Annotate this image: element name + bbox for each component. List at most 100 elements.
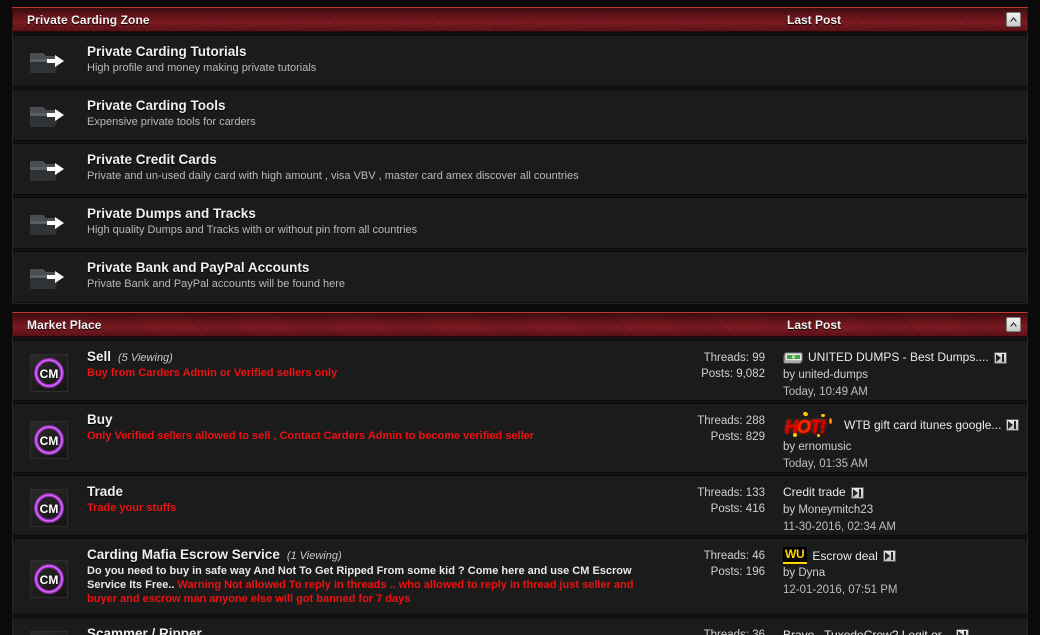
chevron-up-icon[interactable]: [1006, 317, 1021, 332]
last-post-title[interactable]: Escrow deal: [812, 548, 877, 564]
forum-title[interactable]: Trade: [87, 484, 123, 499]
last-post-title[interactable]: Bravo , TuxedoCrew? Legit or...: [783, 627, 951, 635]
folder-link-icon: [13, 149, 85, 189]
last-post-author[interactable]: by united-dumps: [783, 368, 1019, 384]
forum-row[interactable]: CM Carding Mafia Escrow Service (1 Viewi…: [13, 538, 1027, 616]
category-lastpost-label: Last Post: [787, 318, 842, 332]
forum-title[interactable]: Scammer / Ripper: [87, 626, 202, 635]
forum-description: Expensive private tools for carders: [87, 116, 256, 128]
posts-count: Posts: 9,082: [701, 367, 765, 380]
forum-info: Trade Trade your stuffs: [85, 476, 657, 523]
svg-text:CM: CM: [40, 434, 59, 448]
last-post-title[interactable]: UNITED DUMPS - Best Dumps....: [808, 349, 989, 365]
category-body: Private Carding Tutorials High profile a…: [12, 32, 1028, 304]
last-post-time: 11-30-2016, 02:34 AM: [783, 520, 896, 533]
forum-viewing-count: (5 Viewing): [118, 352, 173, 364]
forum-row[interactable]: Private Dumps and Tracks High quality Du…: [13, 197, 1027, 249]
forum-row[interactable]: Private Credit Cards Private and un-used…: [13, 143, 1027, 195]
category-title: Market Place: [27, 318, 102, 332]
forum-stats: Threads: 133 Posts: 416: [657, 476, 777, 517]
forum-info: Buy Only Verified sellers allowed to sel…: [85, 404, 657, 451]
svg-text:CM: CM: [40, 573, 59, 587]
forum-row[interactable]: CM Trade Trade your stuffs Threads: 133 …: [13, 475, 1027, 537]
goto-last-post-icon[interactable]: [993, 351, 1007, 364]
forum-info: Private Credit Cards Private and un-used…: [85, 144, 1027, 191]
cm-logo-icon: CM: [13, 485, 85, 527]
western-union-icon: WU: [783, 547, 808, 565]
forum-stats: Threads: 46 Posts: 196: [657, 539, 777, 580]
threads-count: Threads: 46: [703, 550, 765, 563]
forum-description: Buy from Carders Admin or Verified selle…: [87, 367, 338, 379]
forum-row[interactable]: Private Carding Tutorials High profile a…: [13, 35, 1027, 87]
cm-logo-icon: CM: [13, 556, 85, 598]
last-post-time: 12-01-2016, 07:51 PM: [783, 583, 898, 596]
cm-logo-icon: CM: [13, 627, 85, 635]
forum-stats: Threads: 99 Posts: 9,082: [657, 341, 777, 382]
forum-description: Only Verified sellers allowed to sell , …: [87, 430, 535, 443]
svg-text:CM: CM: [40, 367, 59, 381]
forum-stats: Threads: 288 Posts: 829: [657, 404, 777, 445]
goto-last-post-icon[interactable]: [850, 486, 864, 499]
category-title: Private Carding Zone: [27, 13, 150, 27]
forum-description: Do you need to buy in safe way And Not T…: [87, 564, 651, 606]
last-post-author[interactable]: by ernomusic: [783, 440, 1019, 456]
cm-logo-icon: CM: [13, 350, 85, 392]
folder-link-icon: [13, 95, 85, 135]
posts-count: Posts: 416: [710, 502, 765, 515]
threads-count: Threads: 99: [703, 352, 765, 364]
posts-count: Posts: 829: [710, 430, 765, 443]
forum-row[interactable]: Private Carding Tools Expensive private …: [13, 89, 1027, 141]
category-market-place: Market Place Last Post CM Sell (5 Viewin…: [12, 312, 1028, 635]
forum-info: Private Dumps and Tracks High quality Du…: [85, 198, 1027, 245]
goto-last-post-icon[interactable]: [1006, 419, 1020, 432]
last-post-cell: WU Escrow deal by Dyna 12-01-2016, 07:51…: [777, 539, 1027, 598]
forum-description: Private and un-used daily card with high…: [87, 170, 579, 182]
posts-count: Posts: 196: [710, 565, 765, 578]
forum-title[interactable]: Private Bank and PayPal Accounts: [87, 260, 309, 275]
last-post-title[interactable]: Credit trade: [783, 484, 846, 500]
chevron-up-icon[interactable]: [1006, 12, 1021, 27]
folder-link-icon: [13, 203, 85, 243]
folder-link-icon: [13, 41, 85, 81]
forum-title[interactable]: Private Credit Cards: [87, 152, 217, 167]
forum-description: Private Bank and PayPal accounts will be…: [87, 278, 346, 290]
goto-last-post-icon[interactable]: [956, 628, 970, 635]
forum-title[interactable]: Buy: [87, 412, 113, 427]
forum-info: Private Bank and PayPal Accounts Private…: [85, 252, 1027, 299]
money-stack-icon: [783, 352, 803, 363]
forum-description: High quality Dumps and Tracks with or wi…: [87, 224, 418, 236]
last-post-time: Today, 01:35 AM: [783, 457, 868, 470]
folder-link-icon: [13, 257, 85, 297]
threads-count: Threads: 133: [697, 487, 765, 500]
category-header: Market Place Last Post: [12, 312, 1028, 337]
category-lastpost-label: Last Post: [787, 13, 842, 27]
forum-row[interactable]: Private Bank and PayPal Accounts Private…: [13, 251, 1027, 303]
last-post-author[interactable]: by Moneymitch23: [783, 503, 1019, 519]
forum-info: Private Carding Tools Expensive private …: [85, 90, 1027, 137]
last-post-author[interactable]: by Dyna: [783, 566, 1019, 582]
threads-count: Threads: 288: [697, 415, 765, 428]
last-post-cell: HOT! WTB gift card itunes google... by e…: [777, 404, 1027, 472]
forum-viewing-count: (1 Viewing): [286, 550, 342, 563]
forum-info: Private Carding Tutorials High profile a…: [85, 36, 1027, 83]
cm-logo-icon: CM: [13, 417, 85, 460]
forum-description: High profile and money making private tu…: [87, 62, 317, 74]
category-header: Private Carding Zone Last Post: [12, 7, 1028, 32]
forum-row[interactable]: CM Scammer / Ripper If you know any scam…: [13, 617, 1027, 635]
forum-title[interactable]: Private Carding Tools: [87, 98, 226, 113]
forum-info: Sell (5 Viewing) Buy from Carders Admin …: [85, 341, 657, 388]
forum-title[interactable]: Carding Mafia Escrow Service: [87, 547, 280, 562]
last-post-time: Today, 10:49 AM: [783, 385, 868, 398]
forum-title[interactable]: Private Dumps and Tracks: [87, 206, 256, 221]
forum-title[interactable]: Sell: [87, 349, 111, 364]
svg-text:CM: CM: [40, 502, 59, 516]
forum-info: Carding Mafia Escrow Service (1 Viewing)…: [85, 539, 657, 614]
forum-row[interactable]: CM Sell (5 Viewing) Buy from Carders Adm…: [13, 340, 1027, 402]
goto-last-post-icon[interactable]: [882, 549, 896, 562]
last-post-cell: Credit trade by Moneymitch23 11-30-2016,…: [777, 476, 1027, 535]
category-private-carding-zone: Private Carding Zone Last Post Private C…: [12, 0, 1028, 304]
forum-row[interactable]: CM Buy Only Verified sellers allowed to …: [13, 403, 1027, 474]
last-post-title[interactable]: WTB gift card itunes google...: [844, 417, 1001, 433]
forum-info: Scammer / Ripper If you know any scammer…: [85, 618, 657, 635]
forum-title[interactable]: Private Carding Tutorials: [87, 44, 247, 59]
